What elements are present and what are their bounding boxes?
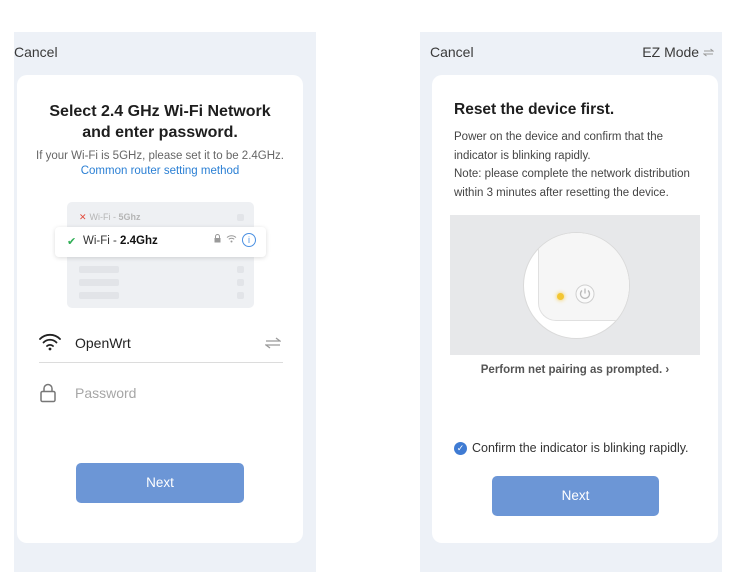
- placeholder-dot: [237, 292, 244, 299]
- top-bar: Cancel EZ Mode: [420, 40, 722, 66]
- net-pairing-link[interactable]: Perform net pairing as prompted. ›: [432, 364, 718, 376]
- wifi-24ghz-band: 2.4Ghz: [120, 235, 158, 247]
- cancel-button[interactable]: Cancel: [14, 44, 58, 60]
- info-icon: i: [242, 233, 256, 247]
- ez-mode-toggle[interactable]: EZ Mode: [642, 44, 715, 60]
- placeholder-dot: [237, 214, 244, 221]
- password-field[interactable]: Password: [39, 378, 283, 412]
- placeholder-bar: [79, 279, 119, 286]
- wifi-form-card: Select 2.4 GHz Wi-Fi Network and enter p…: [17, 75, 303, 543]
- placeholder-dot: [237, 266, 244, 273]
- power-icon: [575, 284, 595, 304]
- device-zoom-circle: [523, 232, 630, 339]
- title-line-2: and enter password.: [82, 124, 238, 141]
- wifi-5ghz-prefix: Wi-Fi -: [89, 212, 119, 222]
- next-button[interactable]: Next: [76, 463, 244, 503]
- device-illustration: [450, 215, 700, 355]
- instruction-line: Power on the device and confirm that the: [454, 131, 664, 143]
- subtitle: If your Wi-Fi is 5GHz, please set it to …: [27, 149, 293, 179]
- reset-device-screen: Cancel EZ Mode Reset the device first. P…: [420, 32, 722, 572]
- router-setting-link[interactable]: Common router setting method: [81, 165, 240, 177]
- confirm-indicator-checkbox[interactable]: ✓ Confirm the indicator is blinking rapi…: [454, 441, 689, 455]
- instruction-line: indicator is blinking rapidly.: [454, 149, 591, 162]
- page-title: Select 2.4 GHz Wi-Fi Network and enter p…: [17, 101, 303, 143]
- instruction-line: Note: please complete the network distri…: [454, 168, 690, 180]
- wifi-illustration: ✕ Wi-Fi - 5Ghz ✔ Wi-Fi - 2.4Ghz i: [55, 202, 266, 308]
- instruction-line: within 3 minutes after resetting the dev…: [454, 186, 669, 199]
- placeholder-bar: [79, 292, 119, 299]
- switch-network-icon[interactable]: [264, 336, 282, 352]
- ssid-value: OpenWrt: [75, 335, 131, 351]
- wifi-icon: [39, 333, 61, 353]
- checkbox-checked-icon: ✓: [454, 441, 467, 455]
- wifi-5ghz-row: ✕ Wi-Fi - 5Ghz: [79, 212, 141, 223]
- check-icon: ✔: [67, 236, 77, 248]
- cross-icon: ✕: [79, 212, 87, 222]
- reset-instructions-card: Reset the device first. Power on the dev…: [432, 75, 718, 543]
- confirm-label: Confirm the indicator is blinking rapidl…: [472, 441, 689, 455]
- switch-mode-icon: [702, 44, 715, 60]
- indicator-led: [557, 293, 564, 300]
- top-bar: Cancel: [14, 40, 316, 66]
- password-input[interactable]: Password: [75, 385, 136, 401]
- lock-icon: [214, 234, 221, 246]
- wifi-row-icons: i: [214, 233, 256, 247]
- next-button[interactable]: Next: [492, 476, 659, 516]
- wifi-setup-screen: Cancel Select 2.4 GHz Wi-Fi Network and …: [14, 32, 316, 572]
- page-title: Reset the device first.: [454, 101, 615, 118]
- wifi-5ghz-band: 5Ghz: [118, 212, 141, 222]
- ez-mode-label: EZ Mode: [642, 44, 700, 60]
- wifi-24ghz-prefix: Wi-Fi -: [83, 235, 121, 247]
- ssid-field[interactable]: OpenWrt: [39, 328, 283, 363]
- wifi-signal-icon: [226, 234, 237, 246]
- cancel-button[interactable]: Cancel: [430, 44, 474, 60]
- device-body: [538, 233, 629, 321]
- wifi-24ghz-label: Wi-Fi - 2.4Ghz: [83, 235, 158, 247]
- subtitle-text: If your Wi-Fi is 5GHz, please set it to …: [36, 150, 284, 162]
- wifi-24ghz-row: ✔ Wi-Fi - 2.4Ghz i: [55, 227, 266, 257]
- title-line-1: Select 2.4 GHz Wi-Fi Network: [49, 103, 271, 120]
- instructions-text: Power on the device and confirm that the…: [454, 128, 704, 202]
- lock-icon: [39, 383, 59, 403]
- placeholder-dot: [237, 279, 244, 286]
- placeholder-bar: [79, 266, 119, 273]
